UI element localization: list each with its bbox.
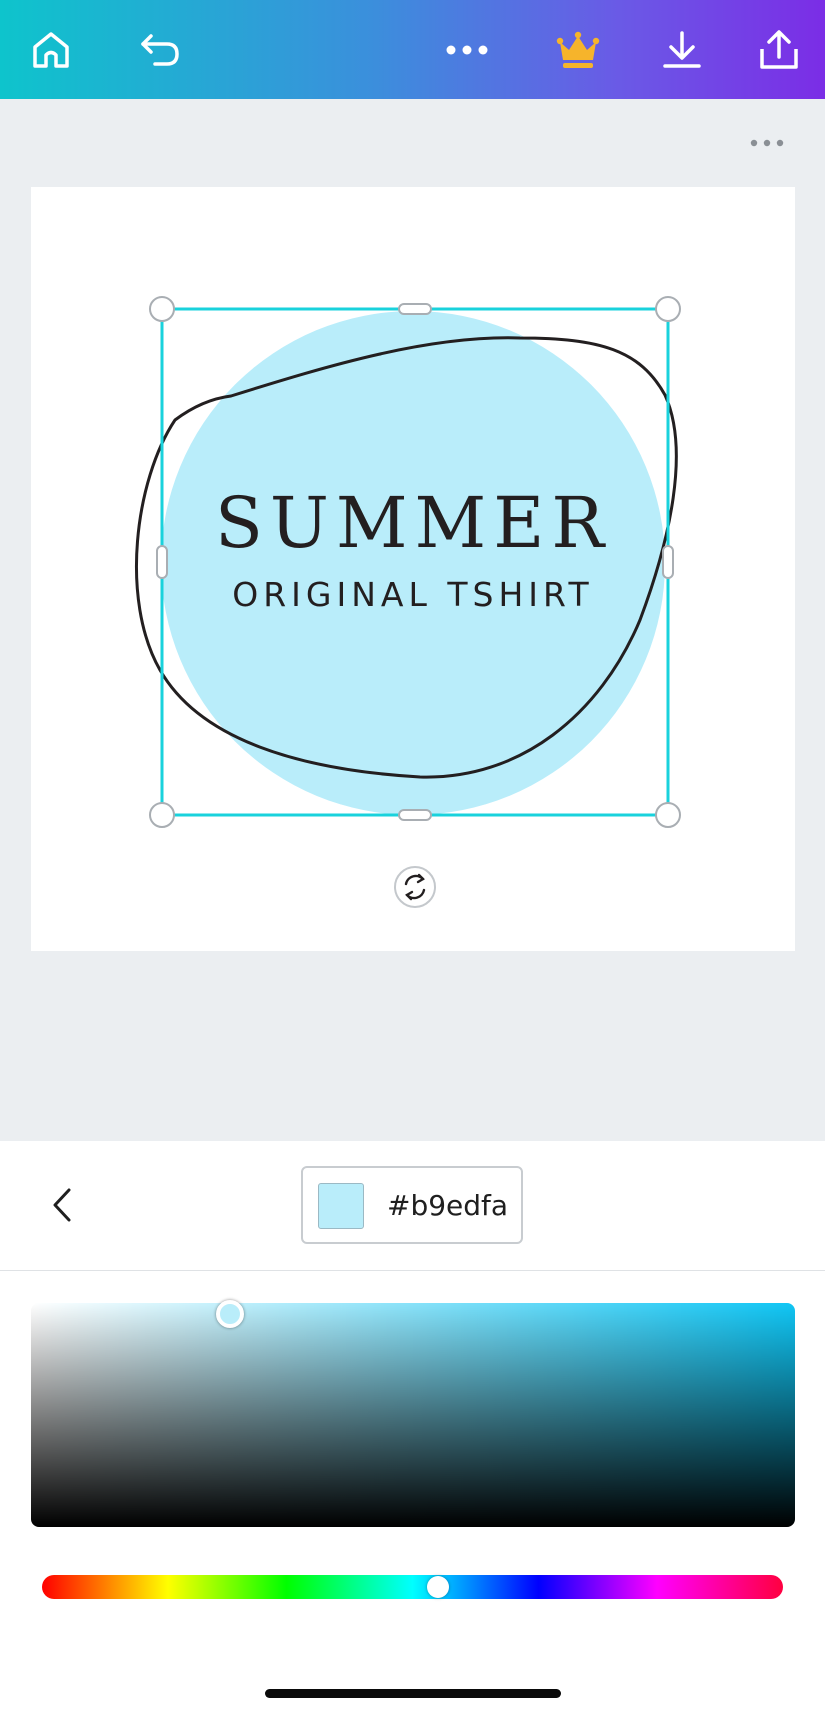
download-button[interactable] bbox=[654, 22, 710, 78]
share-icon bbox=[760, 30, 798, 69]
saturation-brightness-picker[interactable] bbox=[31, 1303, 795, 1527]
home-indicator bbox=[265, 1689, 561, 1698]
resize-handle-bottom-right[interactable] bbox=[655, 802, 681, 828]
hue-slider-thumb[interactable] bbox=[427, 1576, 449, 1598]
chevron-left-icon bbox=[53, 1188, 71, 1222]
share-button[interactable] bbox=[751, 22, 807, 78]
resize-handle-top-right[interactable] bbox=[655, 296, 681, 322]
resize-handle-top[interactable] bbox=[398, 303, 432, 315]
more-horizontal-icon bbox=[750, 139, 784, 147]
back-button[interactable] bbox=[42, 1180, 82, 1230]
resize-handle-bottom[interactable] bbox=[398, 809, 432, 821]
color-swatch bbox=[318, 1183, 364, 1229]
hex-color-input[interactable]: #b9edfa bbox=[301, 1166, 523, 1244]
subline-text[interactable]: ORIGINAL TSHIRT bbox=[162, 573, 664, 617]
resize-handle-bottom-left[interactable] bbox=[149, 802, 175, 828]
page-options-button[interactable] bbox=[740, 128, 794, 158]
hex-value-text[interactable]: #b9edfa bbox=[387, 1188, 508, 1224]
more-options-button[interactable] bbox=[439, 22, 495, 78]
top-toolbar bbox=[0, 0, 825, 99]
undo-button[interactable] bbox=[132, 22, 188, 78]
undo-icon bbox=[141, 34, 179, 66]
hue-slider[interactable] bbox=[42, 1575, 783, 1599]
resize-handle-top-left[interactable] bbox=[149, 296, 175, 322]
home-icon bbox=[33, 32, 69, 68]
panel-divider bbox=[0, 1270, 825, 1271]
saturation-brightness-thumb[interactable] bbox=[216, 1300, 244, 1328]
home-button[interactable] bbox=[23, 22, 79, 78]
resize-handle-right[interactable] bbox=[662, 545, 674, 579]
crown-icon bbox=[556, 31, 600, 68]
download-icon bbox=[663, 31, 701, 68]
headline-text[interactable]: SUMMER bbox=[162, 478, 664, 568]
rotate-handle[interactable] bbox=[394, 866, 436, 908]
more-horizontal-icon bbox=[446, 45, 488, 55]
premium-button[interactable] bbox=[550, 22, 606, 78]
